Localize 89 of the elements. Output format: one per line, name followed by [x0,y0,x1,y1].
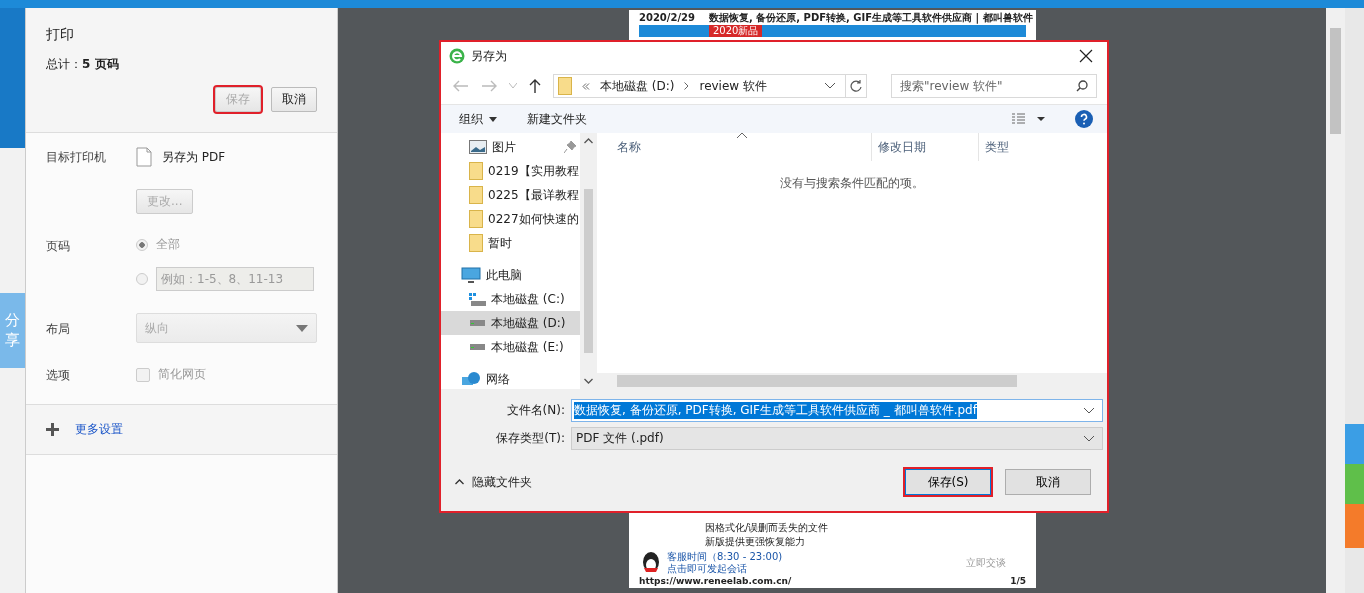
column-header[interactable]: 修改日期 [872,133,979,161]
chevron-right-icon [684,82,690,90]
save-button[interactable]: 保存(S) [905,469,991,495]
search-icon [1076,80,1088,92]
scroll-down-icon[interactable] [584,378,593,384]
page-text: 新版提供更强恢复能力 [705,536,806,548]
column-header[interactable]: 名称 [597,133,872,161]
destination-value: 另存为 PDF [162,148,226,166]
forward-arrow-icon[interactable] [481,80,497,92]
breadcrumb-item[interactable]: review 软件 [699,77,767,95]
checkbox[interactable] [136,367,150,382]
organize-menu[interactable]: 组织 [459,110,497,128]
sort-caret-icon [737,133,747,138]
page-url: https://www.reneelab.com.cn/ [639,576,792,586]
network-icon [461,371,481,387]
chevron-down-icon[interactable] [825,83,835,89]
cancel-button[interactable]: 取消 [271,87,317,112]
double-chevron-icon [582,82,590,90]
view-options-icon[interactable] [1011,113,1045,125]
service-hours: 客服时间（8:30 - 23:00) [667,551,783,563]
nav-item[interactable]: 图片 [441,135,580,159]
checkbox-label: 简化网页 [158,366,206,383]
folder-icon [469,210,483,228]
layout-label: 布局 [46,320,71,338]
document-icon [136,147,152,167]
nav-item[interactable]: 此电脑 [441,263,580,287]
folder-icon [469,234,483,252]
chevron-down-icon [1084,407,1094,414]
pin-icon [564,141,576,153]
empty-message: 没有与搜索条件匹配的项。 [779,175,925,192]
radio-button[interactable] [136,238,148,251]
pages-label: 页码 [46,238,71,255]
page-date: 2020/2/29 [639,12,695,24]
page-heading: 数据恢复, 备份还原, PDF转换, GIF生成等工具软件供应商 | 都叫兽软件 [709,12,1033,24]
more-settings-link[interactable]: 更多设置 [75,421,123,438]
column-header[interactable]: 类型 [979,133,1107,161]
close-icon[interactable] [1079,49,1093,63]
dialog-title: 另存为 [471,47,508,65]
page-total: 总计：5 页码 [46,56,120,73]
file-type-label: 保存类型(T): [495,430,565,447]
hide-folders-toggle[interactable]: 隐藏文件夹 [451,473,532,491]
radio-label: 全部 [156,236,180,253]
browser-icon [449,48,465,64]
caret-down-icon [489,116,497,122]
folder-icon [469,162,483,180]
nav-item[interactable]: 0219【实用教程 [441,159,580,183]
refresh-icon[interactable] [850,80,862,92]
banner-tag: 2020新品 [709,25,763,37]
dropdown-arrow-icon [296,324,308,332]
plus-icon [46,423,59,436]
help-icon[interactable] [1075,110,1093,128]
new-folder-button[interactable]: 新建文件夹 [527,110,587,128]
cancel-button[interactable]: 取消 [1005,469,1091,495]
side-tab[interactable] [1345,424,1364,464]
service-hint: 点击即可发起会话 [667,563,748,575]
page-range-field[interactable]: 例如：1-5、8、11-13 [156,267,314,291]
file-type-dropdown[interactable]: PDF 文件 (.pdf) [571,427,1103,450]
chevron-down-icon [1084,435,1094,442]
nav-item[interactable]: 网络 [441,367,580,391]
radio-button[interactable] [136,273,148,285]
page-text: 因格式化/误删而丢失的文件 [705,522,830,534]
nav-item[interactable]: 本地磁盘 (E:) [441,335,580,359]
picture-icon [469,140,487,154]
nav-item[interactable]: 本地磁盘 (D:) [441,311,580,335]
back-arrow-icon[interactable] [453,80,469,92]
breadcrumb-item[interactable]: 本地磁盘 (D:) [600,77,675,95]
drive-icon [470,320,485,326]
page-number: 1/5 [1010,576,1026,586]
monitor-icon [461,267,481,283]
drive-icon [469,292,486,306]
nav-item[interactable]: 暂时 [441,231,580,255]
search-field[interactable]: 搜索"review 软件" [891,74,1097,98]
folder-icon [469,186,483,204]
side-tab[interactable] [1345,464,1364,504]
nav-item[interactable]: 0225【最详教程 [441,183,580,207]
up-arrow-icon[interactable] [529,79,541,93]
file-name-label: 文件名(N): [505,402,565,419]
side-tab[interactable] [1345,504,1364,548]
file-name-field[interactable]: 数据恢复, 备份还原, PDF转换, GIF生成等工具软件供应商 _ 都叫兽软件.pdf [571,399,1103,422]
nav-item[interactable]: 0227如何快速的 [441,207,580,231]
address-bar[interactable]: 本地磁盘 (D:) review 软件 [553,74,867,98]
print-title: 打印 [46,26,75,44]
options-label: 选项 [46,367,71,384]
scroll-up-icon[interactable] [584,138,593,144]
nav-item[interactable]: 本地磁盘 (C:) [441,287,580,311]
chevron-up-icon [455,479,464,485]
folder-icon [558,77,572,95]
destination-label: 目标打印机 [46,149,107,166]
drive-icon [470,344,485,350]
